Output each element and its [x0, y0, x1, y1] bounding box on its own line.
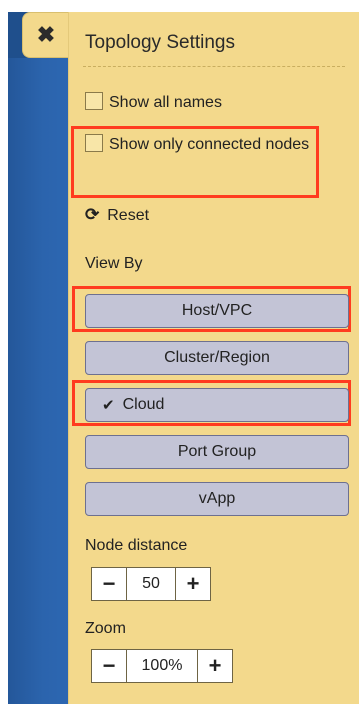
zoom-value[interactable]: 100%	[126, 650, 198, 682]
show-all-names-option[interactable]: Show all names	[85, 92, 222, 114]
show-only-connected-option[interactable]: Show only connected nodes	[85, 134, 325, 156]
topology-settings-panel: Topology Settings Show all names Show on…	[68, 12, 359, 704]
zoom-label: Zoom	[85, 620, 126, 637]
reset-button[interactable]: ⟳ Reset	[85, 205, 149, 225]
view-by-host-vpc-button[interactable]: Host/VPC	[85, 294, 349, 328]
panel-title: Topology Settings	[85, 32, 235, 53]
checkmark-icon: ✔	[102, 397, 115, 414]
view-by-vapp-button[interactable]: vApp	[85, 482, 349, 516]
node-distance-value[interactable]: 50	[126, 568, 176, 600]
view-by-cluster-region-button[interactable]: Cluster/Region	[85, 341, 349, 375]
show-all-names-checkbox[interactable]	[85, 92, 103, 110]
close-icon[interactable]: ✖	[22, 12, 69, 58]
refresh-icon: ⟳	[85, 205, 100, 224]
topology-canvas-backdrop	[8, 12, 72, 704]
node-distance-decrease-button[interactable]: −	[92, 568, 126, 600]
screenshot-frame: ✖ Topology Settings Show all names Show …	[0, 0, 359, 706]
zoom-out-button[interactable]: −	[92, 650, 126, 682]
host-vpc-label: Host/VPC	[181, 302, 253, 319]
port-group-label: Port Group	[177, 443, 257, 460]
zoom-stepper: − 100% +	[91, 649, 233, 683]
zoom-in-button[interactable]: +	[198, 650, 232, 682]
view-by-cloud-button[interactable]: ✔ Cloud	[85, 388, 349, 422]
cluster-region-label: Cluster/Region	[164, 349, 270, 366]
node-distance-stepper: − 50 +	[91, 567, 211, 601]
show-only-connected-label: Show only connected nodes	[109, 136, 310, 153]
vapp-label: vApp	[198, 490, 236, 507]
cloud-label: Cloud	[122, 396, 165, 413]
title-divider	[83, 66, 345, 67]
node-distance-increase-button[interactable]: +	[176, 568, 210, 600]
show-only-connected-checkbox[interactable]	[85, 134, 103, 152]
node-distance-label: Node distance	[85, 537, 188, 554]
view-by-label: View By	[85, 255, 143, 272]
show-all-names-label: Show all names	[109, 94, 222, 111]
reset-label: Reset	[107, 207, 150, 224]
view-by-port-group-button[interactable]: Port Group	[85, 435, 349, 469]
